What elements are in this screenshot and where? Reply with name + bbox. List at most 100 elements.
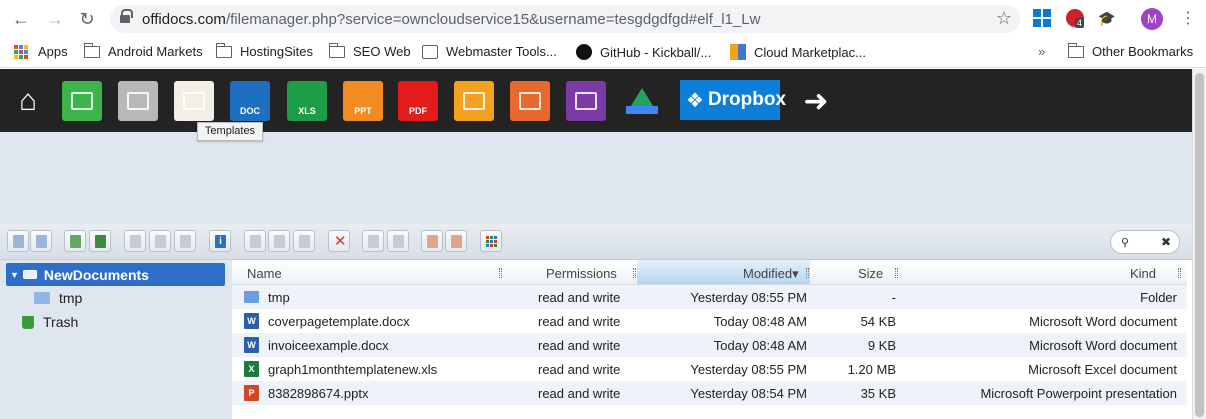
view-toggle-button[interactable] <box>480 230 502 252</box>
bookmark-cloud-marketplace[interactable]: Cloud Marketplac... <box>730 44 866 60</box>
bookmark-hostingsites[interactable]: HostingSites <box>215 42 313 59</box>
column-resize-handle[interactable] <box>806 268 809 278</box>
upload-button[interactable] <box>64 230 86 252</box>
windows-extension-icon[interactable] <box>1033 9 1051 27</box>
extract-button[interactable] <box>421 230 443 252</box>
page-scrollbar[interactable] <box>1192 69 1206 419</box>
pdf-icon[interactable]: PDF <box>398 81 438 121</box>
grid-view-icon <box>486 236 497 247</box>
trash-icon <box>22 315 34 329</box>
clear-search-icon[interactable]: ✖ <box>1161 235 1171 249</box>
home-icon[interactable]: ⌂ <box>8 81 48 121</box>
audio-editor-icon[interactable] <box>566 81 606 121</box>
cut-button[interactable] <box>268 230 290 252</box>
url-path: /filemanager.php?service=owncloudservice… <box>225 11 761 28</box>
bookmark-webmaster-tools[interactable]: Webmaster Tools... <box>422 44 557 59</box>
copy-button[interactable] <box>244 230 266 252</box>
doc-icon[interactable]: DOC <box>230 81 270 121</box>
cell-size: - <box>891 290 896 305</box>
table-row[interactable]: tmp read and write Yesterday 08:55 PM - Fold… <box>232 285 1187 309</box>
cell-modified: Today 08:48 AM <box>713 338 807 353</box>
back-icon[interactable]: ← <box>10 8 32 30</box>
delete-button[interactable]: ✕ <box>328 230 350 252</box>
back-arrow-icon <box>13 235 24 248</box>
bookmark-label: GitHub - Kickball/... <box>600 44 712 60</box>
back-button[interactable] <box>7 230 29 252</box>
forward-button[interactable] <box>30 230 52 252</box>
dropbox-icon: ❖ <box>686 89 704 112</box>
cell-name: invoiceexample.docx <box>268 338 389 353</box>
column-resize-handle[interactable] <box>633 268 636 278</box>
xls-icon[interactable]: XLS <box>287 81 327 121</box>
tree-item-newdocuments[interactable]: ▼ NewDocuments <box>6 263 225 286</box>
cell-name: coverpagetemplate.docx <box>268 314 410 329</box>
search-input[interactable]: ⚲ ✖ <box>1110 230 1180 254</box>
bookmark-label: HostingSites <box>240 44 313 59</box>
bookmark-star-icon[interactable]: ☆ <box>996 8 1012 29</box>
download-button[interactable] <box>89 230 111 252</box>
bookmark-label: Apps <box>38 44 68 59</box>
bookmark-other[interactable]: Other Bookmarks <box>1067 42 1193 59</box>
rename-button[interactable] <box>387 230 409 252</box>
column-name[interactable]: Name <box>247 266 282 281</box>
column-modified[interactable]: Modified▾ <box>743 266 799 282</box>
select-button[interactable] <box>174 230 196 252</box>
ppt-icon[interactable]: PPT <box>343 81 383 121</box>
bookmark-seo-web[interactable]: SEO Web <box>328 42 411 59</box>
column-permissions[interactable]: Permissions <box>546 266 617 281</box>
video-editor-icon[interactable] <box>510 81 550 121</box>
cell-size: 54 KB <box>860 314 896 329</box>
more-menu-icon[interactable]: ⋮ <box>1180 8 1196 28</box>
bookmark-label: Webmaster Tools... <box>446 44 557 59</box>
extract-icon <box>427 235 438 248</box>
scrollbar-thumb[interactable] <box>1195 73 1204 417</box>
info-button[interactable]: i <box>209 230 231 252</box>
image-editor-icon[interactable] <box>454 81 494 121</box>
tree-item-trash[interactable]: Trash <box>22 314 78 330</box>
cell-kind: Microsoft Excel document <box>1028 362 1177 377</box>
address-bar[interactable]: offidocs.com/filemanager.php?service=own… <box>110 5 1020 33</box>
table-row[interactable]: Wcoverpagetemplate.docx read and write Tod… <box>232 309 1187 333</box>
paste-button[interactable] <box>293 230 315 252</box>
disk-icon <box>155 235 166 248</box>
forward-icon[interactable]: → <box>44 8 66 30</box>
duplicate-button[interactable] <box>362 230 384 252</box>
save-button[interactable] <box>149 230 171 252</box>
table-row[interactable]: P 8382898674.pptx read and write Yesterday … <box>232 381 1187 405</box>
column-resize-handle[interactable] <box>895 268 898 278</box>
table-row[interactable]: Xgraph1monthtemplatenew.xls read and writ… <box>232 357 1187 381</box>
bookmark-github[interactable]: GitHub - Kickball/... <box>576 44 711 60</box>
graduation-cap-icon[interactable]: 🎓 <box>1098 9 1116 27</box>
table-row[interactable]: Winvoiceexample.docx read and write Today … <box>232 333 1187 357</box>
expand-arrow-icon[interactable]: ▼ <box>10 270 19 280</box>
url-text[interactable]: offidocs.com/filemanager.php?service=own… <box>142 11 760 28</box>
cell-name: graph1monthtemplatenew.xls <box>268 362 438 377</box>
bookmarks-overflow-button[interactable]: » <box>1038 44 1045 59</box>
templates-icon[interactable] <box>174 81 214 121</box>
column-size[interactable]: Size <box>858 266 883 281</box>
github-icon <box>576 44 592 60</box>
logout-icon[interactable]: ➜ <box>796 81 836 121</box>
linux-icon[interactable] <box>118 81 158 121</box>
reload-icon[interactable]: ↻ <box>76 8 98 30</box>
column-resize-handle[interactable] <box>1178 268 1181 278</box>
cell-modified: Yesterday 08:55 PM <box>690 362 807 377</box>
google-drive-icon[interactable] <box>622 81 662 121</box>
extension-icon[interactable]: 4 <box>1066 9 1085 28</box>
remote-desktop-icon[interactable] <box>62 81 102 121</box>
dropbox-button[interactable]: ❖ Dropbox <box>680 80 786 120</box>
tree-item-tmp[interactable]: tmp <box>34 290 82 306</box>
app-toolbar: ❖ Dropbox ➜ ⌂ DOC XLS PPT PDF <box>0 69 1192 132</box>
archive-button[interactable] <box>445 230 467 252</box>
cell-kind: Microsoft Powerpoint presentation <box>980 386 1177 401</box>
word-file-icon: W <box>244 313 259 329</box>
sort-desc-icon: ▾ <box>792 266 799 281</box>
column-kind[interactable]: Kind <box>1130 266 1156 281</box>
archive-icon <box>451 235 462 248</box>
column-resize-handle[interactable] <box>499 268 502 278</box>
bookmark-apps[interactable]: Apps <box>14 44 68 59</box>
open-button[interactable] <box>124 230 146 252</box>
bookmark-android-markets[interactable]: Android Markets <box>83 42 203 59</box>
cell-size: 1.20 MB <box>847 362 896 377</box>
avatar[interactable]: M <box>1141 8 1163 30</box>
